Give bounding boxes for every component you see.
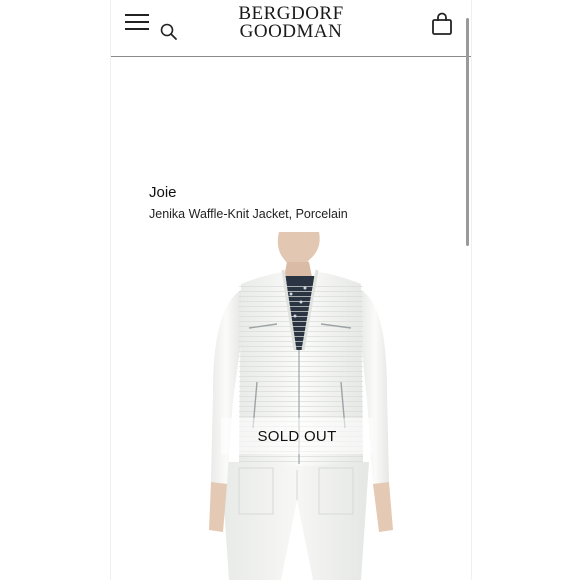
scrollbar[interactable] (466, 18, 469, 246)
product-image[interactable] (191, 232, 431, 580)
brand-logo[interactable]: BERGDORF GOODMAN (236, 4, 346, 42)
site-header: BERGDORF GOODMAN (111, 0, 471, 57)
sold-out-badge: SOLD OUT (221, 418, 373, 454)
product-name[interactable]: Jenika Waffle-Knit Jacket, Porcelain (149, 207, 348, 221)
menu-icon[interactable] (125, 14, 151, 32)
mobile-page: BERGDORF GOODMAN Joie Jenika Waffle-Knit… (110, 0, 472, 580)
search-icon[interactable] (159, 22, 179, 42)
logo-line-2: GOODMAN (239, 21, 343, 42)
product-brand[interactable]: Joie (149, 184, 177, 201)
shopping-bag-icon[interactable] (431, 12, 453, 36)
